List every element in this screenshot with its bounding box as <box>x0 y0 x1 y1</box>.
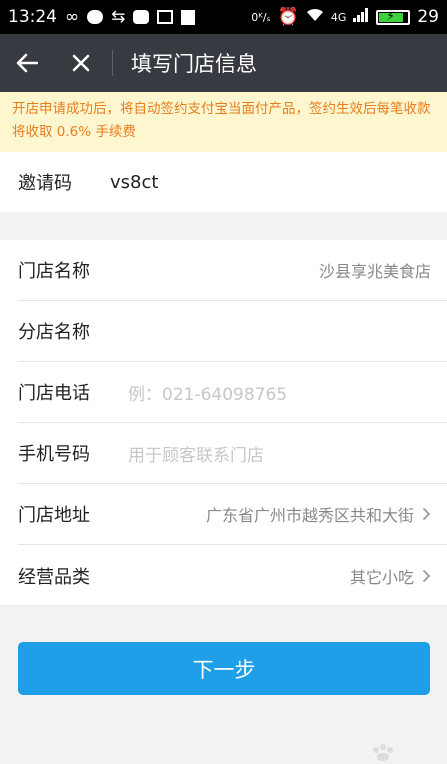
store-phone-label: 门店电话 <box>18 383 90 404</box>
fee-notice: 开店申请成功后，将自动签约支付宝当面付产品，签约生效后每笔收款将收取 0.6% … <box>0 92 447 152</box>
category-row[interactable]: 经营品类 其它小吃 <box>18 545 447 606</box>
category-selector[interactable]: 其它小吃 <box>350 564 431 588</box>
invite-code-row[interactable]: 邀请码 vs8ct <box>18 152 447 212</box>
close-icon <box>72 54 90 72</box>
store-name-row[interactable]: 门店名称 沙县享兆美食店 <box>18 240 447 301</box>
nav-bar: 填写门店信息 <box>0 34 447 92</box>
store-phone-row[interactable]: 门店电话 例：021-64098765 <box>18 362 447 423</box>
store-name-label: 门店名称 <box>18 261 90 282</box>
address-row[interactable]: 门店地址 广东省广州市越秀区共和大街 <box>18 484 447 545</box>
page-title: 填写门店信息 <box>131 52 257 76</box>
image-icon <box>157 10 174 24</box>
qq-icon <box>133 10 150 24</box>
next-step-button[interactable]: 下一步 <box>18 642 430 695</box>
chat-bubble-icon <box>87 10 104 24</box>
address-selector[interactable]: 广东省广州市越秀区共和大街 <box>206 502 431 526</box>
store-name-value[interactable]: 沙县享兆美食店 <box>319 258 431 282</box>
invite-code-value[interactable]: vs8ct <box>110 172 158 193</box>
status-time: 13:24 <box>8 7 57 27</box>
status-bar: 13:24 ∞ ⇆ 0ᴷ/ₛ ⏰ 4G ⚡ 29 <box>0 0 447 34</box>
close-button[interactable] <box>54 34 108 92</box>
invite-code-label: 邀请码 <box>18 173 72 194</box>
battery-icon: ⚡ <box>376 9 411 25</box>
paw-watermark-icon <box>373 744 393 761</box>
usb-icon: ⇆ <box>111 7 126 27</box>
mobile-field[interactable]: 用于顾客联系门店 <box>128 441 264 466</box>
address-value: 广东省广州市越秀区共和大街 <box>205 506 414 525</box>
category-value: 其它小吃 <box>349 567 414 587</box>
back-arrow-icon <box>16 53 38 73</box>
category-label: 经营品类 <box>18 566 90 588</box>
chevron-right-icon <box>422 507 431 521</box>
mobile-label: 手机号码 <box>18 444 90 465</box>
store-phone-field[interactable]: 例：021-64098765 <box>128 380 287 405</box>
chevron-right-icon <box>422 569 431 582</box>
store-info-section: 门店名称 沙县享兆美食店 分店名称 门店电话 例：021-64098765 手机… <box>0 240 447 605</box>
alarm-icon: ⏰ <box>277 7 299 27</box>
network-type: 4G <box>330 10 347 24</box>
branch-name-row[interactable]: 分店名称 <box>18 301 447 362</box>
document-icon <box>181 9 196 25</box>
battery-level: 29 <box>417 7 439 27</box>
invite-section: 邀请码 vs8ct <box>0 152 447 212</box>
back-button[interactable] <box>0 34 54 92</box>
mobile-row[interactable]: 手机号码 用于顾客联系门店 <box>18 423 447 484</box>
address-label: 门店地址 <box>18 505 90 526</box>
nav-divider <box>112 50 113 76</box>
signal-icon <box>353 7 369 27</box>
branch-name-label: 分店名称 <box>18 322 90 343</box>
infinity-icon: ∞ <box>65 7 80 27</box>
network-speed: 0ᴷ/ₛ <box>251 10 271 24</box>
wifi-icon <box>306 7 324 27</box>
